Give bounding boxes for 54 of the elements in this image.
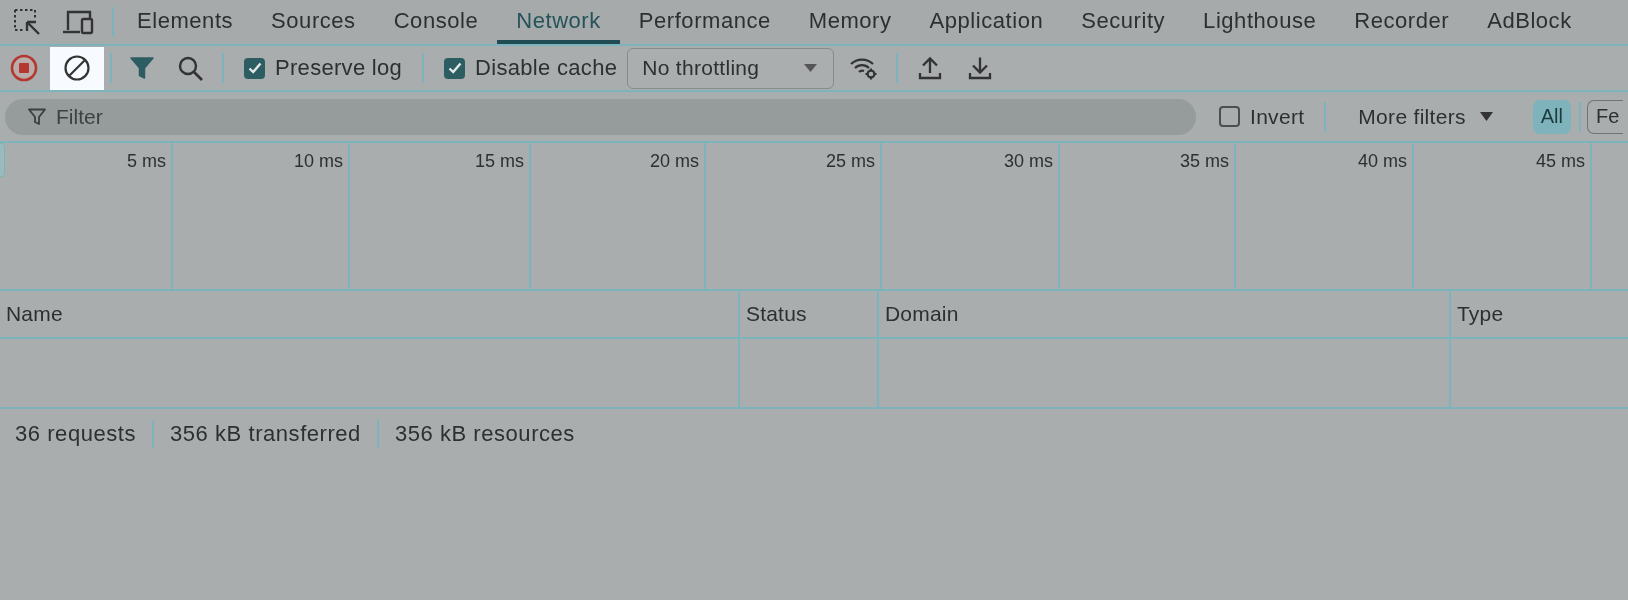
panel-tab[interactable]: Application [910, 0, 1063, 44]
panel-tab[interactable]: Security [1062, 0, 1185, 44]
clear-button[interactable] [50, 46, 104, 90]
tick-label: 30 ms [1003, 151, 1053, 172]
tick-label: 35 ms [1179, 151, 1229, 172]
tick-label: 25 ms [825, 151, 875, 172]
status-text: 356 kB resources [394, 421, 575, 447]
caret-icon [1479, 112, 1493, 121]
panel-tab[interactable]: Sources [252, 0, 375, 44]
filter-field[interactable]: Filter [5, 98, 1196, 135]
tick-label: 15 ms [474, 151, 524, 172]
status-text: 36 requests [15, 421, 136, 447]
status-text: 356 kB transferred [170, 421, 361, 447]
funnel-icon [28, 107, 46, 126]
tick-label: 40 ms [1357, 151, 1407, 172]
checkbox[interactable] [444, 57, 466, 79]
panel-tab[interactable]: Recorder [1335, 0, 1469, 44]
stop-recording-icon [10, 54, 38, 82]
panel-tab[interactable]: Elements [118, 0, 253, 44]
funnel-icon [130, 56, 154, 80]
panel-tab[interactable]: Memory [789, 0, 911, 44]
checkbox-label[interactable]: Preserve log [275, 55, 403, 81]
device-icon [62, 8, 94, 36]
timeline-handle[interactable] [0, 143, 5, 177]
tick-label: 20 ms [649, 151, 699, 172]
checkbox[interactable] [1219, 106, 1240, 127]
tick-label: 5 ms [127, 151, 166, 172]
column-header[interactable]: Name [6, 302, 63, 326]
search-icon [177, 55, 203, 81]
type-filter-button[interactable]: All [1532, 99, 1571, 134]
checkbox-label[interactable]: Disable cache [475, 55, 618, 81]
column-header[interactable]: Domain [885, 302, 959, 326]
tick-label: 10 ms [293, 151, 343, 172]
column-header[interactable]: Status [746, 302, 807, 326]
download-icon [968, 56, 993, 80]
wifi-gear-icon [849, 56, 880, 80]
tick-icon [447, 62, 462, 74]
throttling-select[interactable]: No throttling [627, 47, 835, 89]
checkbox-label[interactable]: Invert [1250, 104, 1305, 129]
upload-icon [918, 56, 943, 80]
tick-label: 45 ms [1535, 151, 1585, 172]
caret-icon [804, 64, 818, 72]
type-filter-button[interactable]: Fe [1587, 99, 1624, 134]
more-filters-button[interactable]: More filters [1352, 100, 1499, 133]
panel-tab[interactable]: Console [374, 0, 498, 44]
checkbox[interactable] [244, 57, 265, 79]
column-header[interactable]: Type [1457, 302, 1504, 326]
panel-tab[interactable]: Network [497, 0, 620, 44]
tick-icon [247, 62, 262, 74]
inspect-element-icon [13, 8, 41, 36]
panel-tab[interactable]: Lighthouse [1184, 0, 1336, 44]
clear-icon [63, 54, 91, 82]
panel-tab[interactable]: Performance [619, 0, 790, 44]
panel-tab[interactable]: AdBlock [1468, 0, 1591, 44]
